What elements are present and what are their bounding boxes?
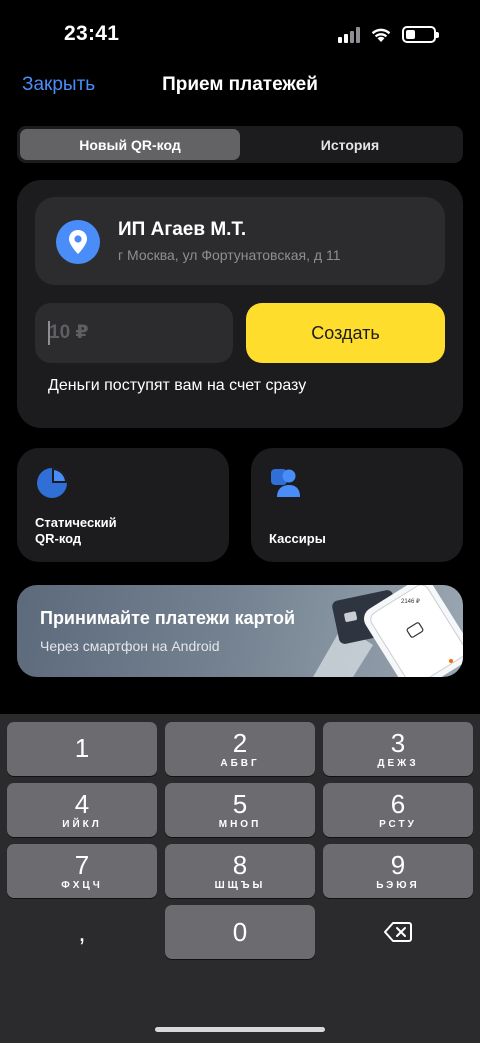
battery-icon [402,26,439,43]
amount-input[interactable]: 10 ₽ [35,303,233,363]
key-digit: 5 [232,788,248,819]
money-note: Деньги поступят вам на счет сразу [48,377,307,394]
text-caret [48,321,50,345]
key-5[interactable]: 5 МНОП [165,783,315,837]
key-digit: 9 [390,849,406,880]
key-comma[interactable]: , [7,905,157,959]
key-digit: , [78,917,86,947]
status-bar: 23:41 [0,0,480,70]
cashiers-tile[interactable]: Кассиры [251,448,463,562]
backspace-icon [384,922,412,942]
phone-card-illustration: 2146 ₽ [313,585,463,677]
cashiers-icon [271,469,300,497]
static-qr-label-line2: QR-код [35,531,82,546]
static-qr-tile[interactable]: Статический QR-код [17,448,229,562]
key-letters: ШЩЪЫ [214,879,266,891]
key-letters: ДЕЖЗ [377,757,419,769]
key-letters: АБВГ [220,757,260,769]
merchant-selector[interactable]: ИП Агаев М.Т. г Москва, ул Фортунатовска… [35,197,445,285]
home-indicator [155,1027,325,1032]
key-9[interactable]: 9 ЬЭЮЯ [323,844,473,898]
key-letters: ФХЦЧ [61,879,103,891]
key-digit: 0 [232,917,248,947]
banner-subtitle: Через смартфон на Android [40,638,220,654]
navigation-bar: Закрыть Прием платежей [0,66,480,106]
create-button[interactable]: Создать [246,303,445,363]
merchant-address: г Москва, ул Фортунатовская, д 11 [118,247,341,263]
key-digit: 6 [390,788,406,819]
key-7[interactable]: 7 ФХЦЧ [7,844,157,898]
card-payments-banner[interactable]: Принимайте платежи картой Через смартфон… [17,585,463,677]
numeric-keyboard: 1 2 АБВГ 3 ДЕЖЗ 4 ИЙКЛ 5 МНОП 6 РСТУ 7 Ф… [0,714,480,1043]
key-6[interactable]: 6 РСТУ [323,783,473,837]
key-letters: РСТУ [379,818,417,830]
cashiers-label: Кассиры [269,531,326,546]
status-time: 23:41 [64,22,120,45]
segmented-control: Новый QR-код История [17,126,463,163]
key-digit: 3 [390,727,406,758]
banner-title: Принимайте платежи картой [40,608,296,628]
key-8[interactable]: 8 ШЩЪЫ [165,844,315,898]
key-digit: 1 [74,733,90,763]
key-letters: ЬЭЮЯ [376,879,420,891]
tab-history[interactable]: История [240,129,460,160]
static-qr-icon [37,468,67,498]
payment-card: ИП Агаев М.Т. г Москва, ул Фортунатовска… [17,180,463,428]
status-icons [338,26,439,43]
key-0[interactable]: 0 [165,905,315,959]
static-qr-label: Статический QR-код [35,515,165,547]
key-2[interactable]: 2 АБВГ [165,722,315,776]
static-qr-label-line1: Статический [35,515,117,530]
tab-new-qr[interactable]: Новый QR-код [20,129,240,160]
wifi-icon [371,28,391,42]
cellular-signal-icon [338,26,360,43]
merchant-name: ИП Агаев М.Т. [118,219,247,240]
delete-key[interactable] [323,905,473,959]
key-digit: 4 [74,788,90,819]
key-digit: 2 [232,727,248,758]
key-letters: ИЙКЛ [62,818,102,830]
phone-screen-amount: 2146 ₽ [401,598,420,605]
amount-placeholder: 10 ₽ [49,322,89,343]
location-pin-icon [56,220,100,264]
key-digit: 7 [74,849,90,880]
key-letters: МНОП [218,818,262,830]
key-digit: 8 [232,849,248,880]
key-4[interactable]: 4 ИЙКЛ [7,783,157,837]
key-3[interactable]: 3 ДЕЖЗ [323,722,473,776]
page-title: Прием платежей [162,74,318,95]
key-1[interactable]: 1 [7,722,157,776]
